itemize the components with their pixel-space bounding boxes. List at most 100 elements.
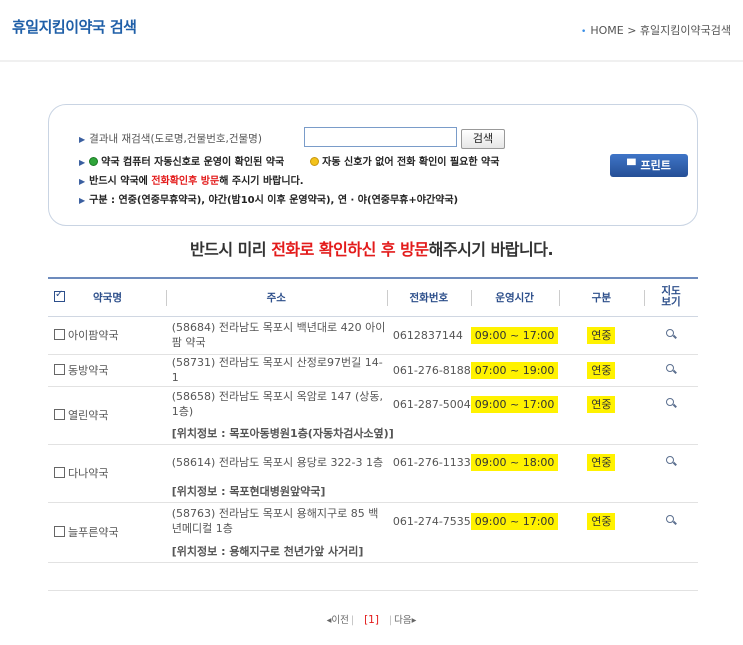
- type-value: 연중: [587, 454, 616, 472]
- magnifier-icon[interactable]: [666, 397, 676, 408]
- header-name-cell: 약국명: [48, 278, 166, 316]
- phone-cell: 061-287-5004: [392, 397, 471, 411]
- header-phone: 전화번호: [409, 291, 449, 304]
- type-value: 연중: [587, 327, 616, 344]
- address-cell: (58658) 전라남도 목포시 옥암로 147 (상동, 1층): [171, 390, 384, 419]
- location-info: [위치정보 : 용해지구로 천년가앞 사거리]: [171, 544, 364, 558]
- type-cell: 연중: [559, 386, 645, 422]
- header-hours: 운영시간: [495, 291, 534, 304]
- header-type: 구분: [591, 291, 611, 304]
- table-header-row: 약국명 주소 전화번호 운영시간 구분 지도보기: [48, 278, 698, 316]
- type-cell: 연중: [559, 444, 645, 480]
- type-value: 연중: [587, 362, 616, 379]
- table-row: 늘푸른약국 (58763) 전라남도 목포시 용해지구로 85 백년메디컬 1층…: [48, 502, 698, 540]
- name-cell: 늘푸른약국: [48, 502, 166, 562]
- row-checkbox[interactable]: [54, 364, 65, 375]
- hours-cell: 09:00 ~ 18:00: [470, 444, 559, 480]
- header-map: 지도보기: [661, 285, 681, 309]
- category-legend-line: ▶ 구분 : 연중(연중무휴약국), 야간(밤10시 이후 운영약국), 연 · …: [79, 191, 458, 206]
- breadcrumb-text[interactable]: HOME > 휴일지킴이약국검색: [590, 24, 731, 37]
- next-page-link[interactable]: 다음: [394, 615, 411, 626]
- magnifier-icon[interactable]: [666, 455, 676, 466]
- header-map-cell: 지도보기: [644, 278, 698, 316]
- print-button[interactable]: ▀ 프린트: [610, 154, 688, 177]
- header-separator: [470, 290, 472, 306]
- phone-cell: 0612837144: [392, 328, 463, 342]
- pharmacy-table: 약국명 주소 전화번호 운영시간 구분 지도보기 아이팜약국 (58684) 전…: [48, 277, 698, 563]
- call-notice-line: ▶ 반드시 약국에 전화확인후 방문해 주시기 바랍니다.: [79, 172, 304, 187]
- triangle-bullet-icon: ▶: [79, 135, 86, 144]
- row-checkbox[interactable]: [54, 409, 65, 420]
- name-cell: 열린약국: [48, 386, 166, 444]
- row-checkbox[interactable]: [54, 467, 65, 478]
- location-info: [위치정보 : 목포아동병원1층(자동차검사소옆)]: [171, 426, 394, 440]
- triangle-bullet-icon: ▶: [79, 177, 86, 186]
- hours-value: 09:00 ~ 17:00: [470, 326, 559, 344]
- notice-red: 전화로 확인하신 후 방문: [271, 240, 429, 259]
- type-cell: 연중: [559, 354, 645, 386]
- phone-cell: 061-274-7535: [392, 514, 471, 528]
- hours-value: 09:00 ~ 17:00: [470, 395, 559, 413]
- page-title: 휴일지킴이약국 검색: [12, 18, 137, 36]
- legend-green-text: 약국 컴퓨터 자동신호로 운영이 확인된 약국: [101, 157, 285, 168]
- current-page[interactable]: [1]: [364, 614, 379, 626]
- pharmacy-name: 동방약국: [68, 364, 109, 377]
- bullet-icon: •: [581, 27, 587, 37]
- prev-page-link[interactable]: 이전: [331, 615, 348, 626]
- map-cell: [644, 444, 698, 480]
- type-value: 연중: [587, 513, 616, 531]
- call-notice-red: 전화확인후 방문: [151, 176, 220, 187]
- header-separator: [644, 290, 646, 306]
- map-cell: [644, 354, 698, 386]
- name-cell: 아이팜약국: [48, 316, 166, 354]
- address-cell: (58731) 전라남도 목포시 산정로97번길 14-1: [171, 356, 383, 384]
- header-name: 약국명: [93, 291, 122, 304]
- address-cell: (58684) 전라남도 목포시 백년대로 420 아이팜 약국: [171, 321, 386, 349]
- hours-cell: 07:00 ~ 19:00: [470, 354, 559, 386]
- table-bottom-divider: [48, 590, 698, 591]
- magnifier-icon[interactable]: [666, 328, 676, 339]
- triangle-bullet-icon: ▶: [79, 158, 86, 167]
- yellow-status-icon: [310, 157, 320, 166]
- hours-cell: 09:00 ~ 17:00: [470, 316, 559, 354]
- name-cell: 동방약국: [48, 354, 166, 386]
- table-row: 열린약국 (58658) 전라남도 목포시 옥암로 147 (상동, 1층) 0…: [48, 386, 698, 422]
- phone-cell: 061-276-1133: [392, 455, 471, 469]
- search-button[interactable]: 검색: [461, 129, 505, 149]
- breadcrumb: • HOME > 휴일지킴이약국검색: [581, 22, 731, 38]
- magnifier-icon[interactable]: [666, 363, 676, 374]
- pharmacy-name: 열린약국: [68, 409, 109, 422]
- type-value: 연중: [587, 396, 616, 414]
- next-arrow-icon: ▸: [411, 615, 417, 626]
- visit-notice: 반드시 미리 전화로 확인하신 후 방문해주시기 바랍니다.: [0, 236, 743, 260]
- map-cell: [644, 316, 698, 354]
- call-notice-post: 해 주시기 바랍니다.: [219, 176, 304, 187]
- hours-value: 09:00 ~ 18:00: [470, 453, 559, 471]
- triangle-bullet-icon: ▶: [79, 196, 86, 205]
- page-header: 휴일지킴이약국 검색 • HOME > 휴일지킴이약국검색: [0, 0, 743, 62]
- table-row: 동방약국 (58731) 전라남도 목포시 산정로97번길 14-1 061-2…: [48, 354, 698, 386]
- header-separator: [386, 290, 388, 306]
- select-all-checkbox[interactable]: [54, 289, 65, 302]
- magnifier-icon[interactable]: [666, 514, 676, 525]
- category-legend-text: 구분 : 연중(연중무휴약국), 야간(밤10시 이후 운영약국), 연 · 야…: [89, 195, 459, 206]
- address-cell: (58614) 전라남도 목포시 용당로 322-3 1층: [171, 455, 384, 469]
- search-input[interactable]: [304, 127, 457, 147]
- header-address-cell: 주소: [165, 278, 387, 316]
- pager-divider: |: [388, 615, 393, 626]
- map-cell: [644, 386, 698, 422]
- print-label: 프린트: [640, 159, 671, 172]
- phone-cell: 061-276-8188: [392, 363, 471, 377]
- header-separator: [165, 290, 167, 306]
- row-checkbox[interactable]: [54, 526, 65, 537]
- location-info: [위치정보 : 목포현대병원앞약국]: [171, 484, 326, 498]
- research-label-line: ▶ 결과내 재검색(도로명,건물번호,건물명): [79, 131, 262, 146]
- map-cell: [644, 502, 698, 540]
- row-checkbox[interactable]: [54, 329, 65, 340]
- notice-post: 해주시기 바랍니다.: [428, 240, 554, 259]
- header-type-cell: 구분: [558, 278, 645, 316]
- header-divider: [0, 60, 743, 62]
- green-status-icon: [89, 157, 99, 166]
- name-cell: 다나약국: [48, 444, 166, 502]
- header-hours-cell: 운영시간: [470, 278, 559, 316]
